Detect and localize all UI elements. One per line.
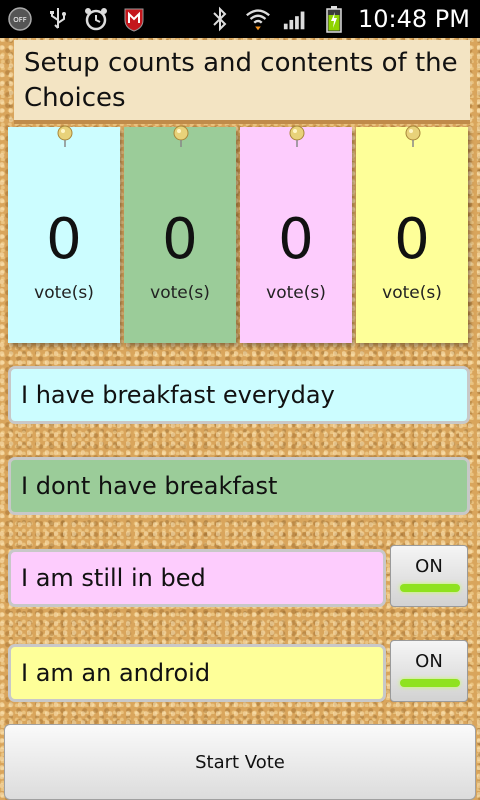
wifi-icon: [244, 5, 272, 33]
choice-text: I am an android: [21, 659, 211, 687]
choice-field-3[interactable]: I am still in bed: [8, 549, 386, 607]
toggle-indicator: [400, 584, 460, 592]
choice-3-toggle[interactable]: ON: [390, 545, 468, 607]
vote-card: 0 vote(s): [8, 125, 120, 343]
choice-field-2[interactable]: I dont have breakfast: [8, 457, 470, 515]
start-vote-button[interactable]: Start Vote: [4, 724, 476, 800]
vote-card: 0 vote(s): [124, 125, 236, 343]
header-paper: Setup counts and contents of the Choices: [14, 40, 470, 124]
toggle-label: ON: [415, 651, 443, 672]
choice-text: I have breakfast everyday: [21, 381, 335, 409]
vote-unit-label: vote(s): [266, 283, 326, 303]
choice-field-1[interactable]: I have breakfast everyday: [8, 366, 470, 424]
toggle-indicator: [400, 679, 460, 687]
off-badge-text: OFF: [13, 16, 27, 24]
vote-count: 0: [278, 207, 314, 272]
mcafee-icon: [120, 5, 148, 33]
bluetooth-icon: [206, 5, 234, 33]
usb-icon: [44, 5, 72, 33]
status-bar: OFF 10:48 PM: [0, 0, 480, 38]
pushpin-icon: [289, 125, 305, 147]
choice-text: I dont have breakfast: [21, 472, 278, 500]
status-time: 10:48 PM: [358, 5, 470, 33]
choice-4-toggle[interactable]: ON: [390, 640, 468, 702]
pushpin-icon: [173, 125, 189, 147]
vote-count: 0: [162, 207, 198, 272]
vote-card: 0 vote(s): [240, 125, 352, 343]
pushpin-icon: [57, 125, 73, 147]
choice-text: I am still in bed: [21, 564, 206, 592]
vote-count: 0: [394, 207, 430, 272]
vote-card: 0 vote(s): [356, 125, 468, 343]
vote-unit-label: vote(s): [34, 283, 94, 303]
toggle-label: ON: [415, 556, 443, 577]
signal-icon: [282, 5, 310, 33]
alarm-icon: [82, 5, 110, 33]
off-badge-icon: OFF: [6, 5, 34, 33]
page-title: Setup counts and contents of the Choices: [24, 48, 458, 113]
vote-count: 0: [46, 207, 82, 272]
battery-charging-icon: [320, 5, 348, 33]
choice-field-4[interactable]: I am an android: [8, 644, 386, 702]
vote-unit-label: vote(s): [382, 283, 442, 303]
pushpin-icon: [405, 125, 421, 147]
vote-unit-label: vote(s): [150, 283, 210, 303]
